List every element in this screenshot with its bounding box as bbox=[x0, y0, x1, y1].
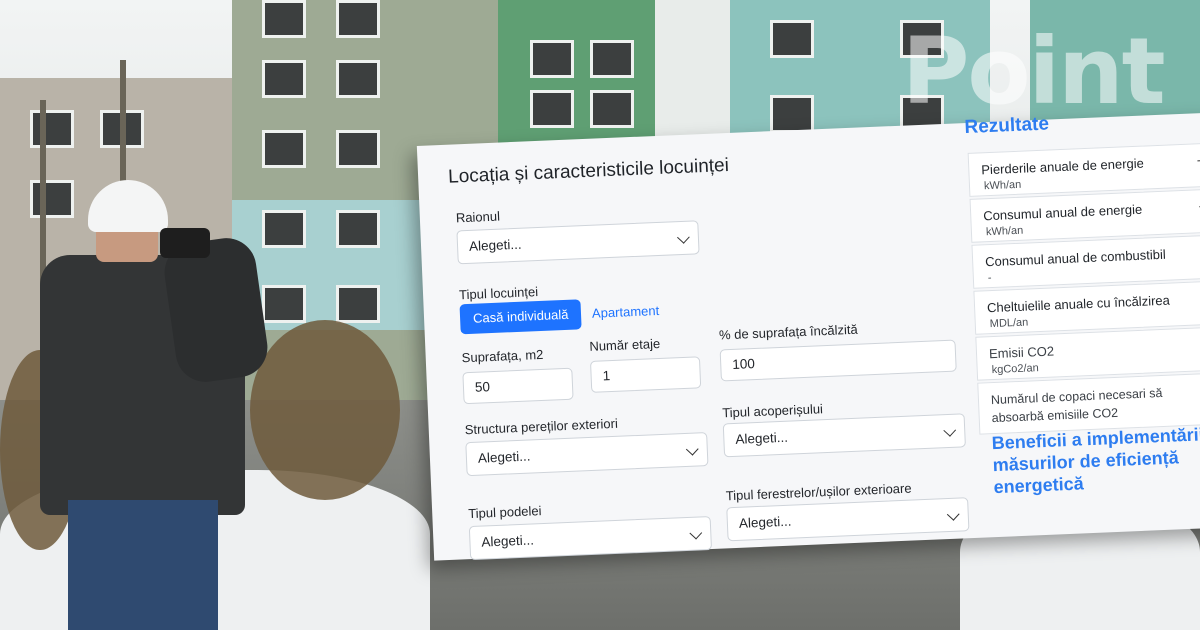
result-name: Pierderile anuale de energie bbox=[981, 155, 1145, 178]
result-name: Cheltuielile anuale cu încălzirea bbox=[986, 292, 1171, 316]
window bbox=[262, 285, 306, 323]
window bbox=[770, 20, 814, 58]
calculator-panel: Locația și caracteristicile locuinței Ra… bbox=[416, 92, 1200, 561]
result-name: Numărul de copaci necesari să absoarbă e… bbox=[990, 385, 1163, 426]
housing-type-apartment-button[interactable]: Apartament bbox=[591, 296, 660, 329]
result-name: Consumul anual de energie bbox=[982, 201, 1143, 224]
floor-type-value: Alegeti... bbox=[481, 532, 535, 550]
result-unit: MDL/an bbox=[989, 316, 1029, 331]
windows-select[interactable]: Alegeti... bbox=[726, 497, 970, 542]
area-label: Suprafața, m2 bbox=[461, 346, 544, 366]
window bbox=[30, 110, 74, 148]
raion-label: Raionul bbox=[455, 208, 501, 226]
result-fuel-consumption: Consumul anual de combustibil - - bbox=[971, 234, 1200, 289]
benefits-title: Beneficii a implementării măsurilor de e… bbox=[991, 424, 1200, 498]
bush bbox=[250, 320, 400, 500]
window bbox=[336, 0, 380, 38]
window bbox=[530, 40, 574, 78]
window bbox=[336, 60, 380, 98]
housing-type-label: Tipul locuinței bbox=[458, 284, 539, 303]
result-value: - bbox=[1196, 152, 1200, 168]
heated-area-input[interactable]: 100 bbox=[719, 339, 957, 382]
result-unit: kWh/an bbox=[985, 224, 1024, 239]
floor-type-label: Tipul podelei bbox=[467, 503, 542, 522]
window bbox=[336, 285, 380, 323]
roof-select[interactable]: Alegeti... bbox=[722, 413, 966, 458]
window bbox=[262, 210, 306, 248]
floors-input[interactable]: 1 bbox=[589, 356, 702, 393]
area-input[interactable]: 50 bbox=[462, 367, 574, 405]
floors-label: Număr etaje bbox=[589, 335, 661, 354]
walls-select[interactable]: Alegeti... bbox=[465, 432, 709, 477]
results-title: Rezultate bbox=[964, 113, 1050, 139]
result-co2-emissions: Emisii CO2 kgCo2/an - bbox=[975, 326, 1200, 381]
walls-label: Structura pereților exteriori bbox=[464, 415, 619, 438]
heated-area-label: % de suprafața încălzită bbox=[718, 321, 858, 343]
window bbox=[262, 60, 306, 98]
result-name: Consumul anual de combustibil bbox=[984, 246, 1166, 270]
chevron-down-icon bbox=[946, 507, 960, 521]
window bbox=[590, 40, 634, 78]
windows-value: Alegeti... bbox=[738, 513, 792, 531]
raion-value: Alegeti... bbox=[468, 236, 522, 254]
chevron-down-icon bbox=[943, 424, 957, 437]
raion-select[interactable]: Alegeti... bbox=[456, 220, 700, 265]
chevron-down-icon bbox=[685, 442, 699, 456]
form-title: Locația și caracteristicile locuinței bbox=[447, 154, 730, 188]
window bbox=[262, 0, 306, 38]
roof-label: Tipul acoperișului bbox=[721, 401, 824, 421]
result-name: Emisii CO2 bbox=[988, 343, 1055, 362]
window bbox=[336, 210, 380, 248]
roof-value: Alegeti... bbox=[735, 429, 789, 447]
window bbox=[336, 130, 380, 168]
chevron-down-icon bbox=[689, 526, 703, 540]
camera bbox=[160, 228, 210, 258]
result-heating-costs: Cheltuielile anuale cu încălzirea MDL/an… bbox=[973, 280, 1200, 335]
jeans bbox=[68, 500, 218, 630]
window bbox=[30, 180, 74, 218]
window bbox=[262, 130, 306, 168]
result-unit: kWh/an bbox=[983, 178, 1022, 193]
housing-type-house-button[interactable]: Casă individuală bbox=[459, 299, 583, 335]
result-unit: kgCo2/an bbox=[991, 362, 1040, 377]
result-unit: - bbox=[987, 272, 992, 285]
chevron-down-icon bbox=[677, 231, 690, 244]
walls-value: Alegeti... bbox=[477, 448, 531, 466]
